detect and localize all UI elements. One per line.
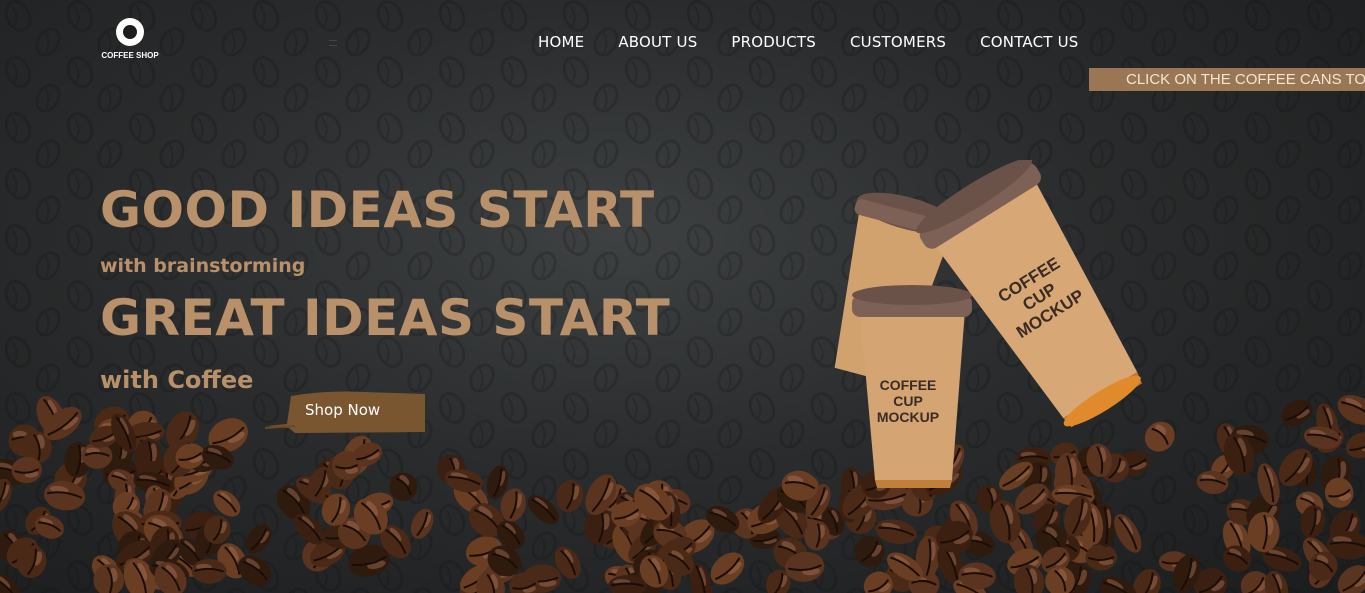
coffee-cups-image: COFFEE CUP MOCKUP COFFEE CUP MOCKUP bbox=[834, 160, 1142, 488]
shop-now-button[interactable]: Shop Now bbox=[265, 388, 427, 434]
shop-now-label: Shop Now bbox=[305, 401, 381, 419]
hero-headline-1: GOOD IDEAS START bbox=[100, 181, 655, 239]
main-nav: HOME ABOUT US PRODUCTS CUSTOMERS CONTACT… bbox=[538, 33, 1079, 51]
coffee-bean-icon bbox=[116, 18, 144, 46]
nav-products[interactable]: PRODUCTS bbox=[731, 33, 816, 51]
logo-text: COFFEE SHOP bbox=[101, 51, 159, 60]
nav-about-us[interactable]: ABOUT US bbox=[618, 33, 697, 51]
nav-home[interactable]: HOME bbox=[538, 33, 584, 51]
hamburger-menu-icon[interactable] bbox=[329, 40, 337, 46]
site-logo[interactable]: COFFEE SHOP bbox=[100, 18, 160, 60]
hero-headline-2: GREAT IDEAS START bbox=[100, 289, 671, 347]
svg-text:MOCKUP: MOCKUP bbox=[877, 409, 939, 425]
nav-customers[interactable]: CUSTOMERS bbox=[850, 33, 946, 51]
svg-text:COFFEE: COFFEE bbox=[880, 377, 937, 393]
svg-text:CUP: CUP bbox=[893, 393, 923, 409]
nav-contact-us[interactable]: CONTACT US bbox=[980, 33, 1078, 51]
marquee-banner: CLICK ON THE COFFEE CANS TO bbox=[1089, 68, 1365, 91]
hero-subline-2: with Coffee bbox=[100, 366, 254, 394]
hero-subline-1: with brainstorming bbox=[100, 255, 306, 277]
marquee-text: CLICK ON THE COFFEE CANS TO bbox=[1126, 71, 1365, 88]
